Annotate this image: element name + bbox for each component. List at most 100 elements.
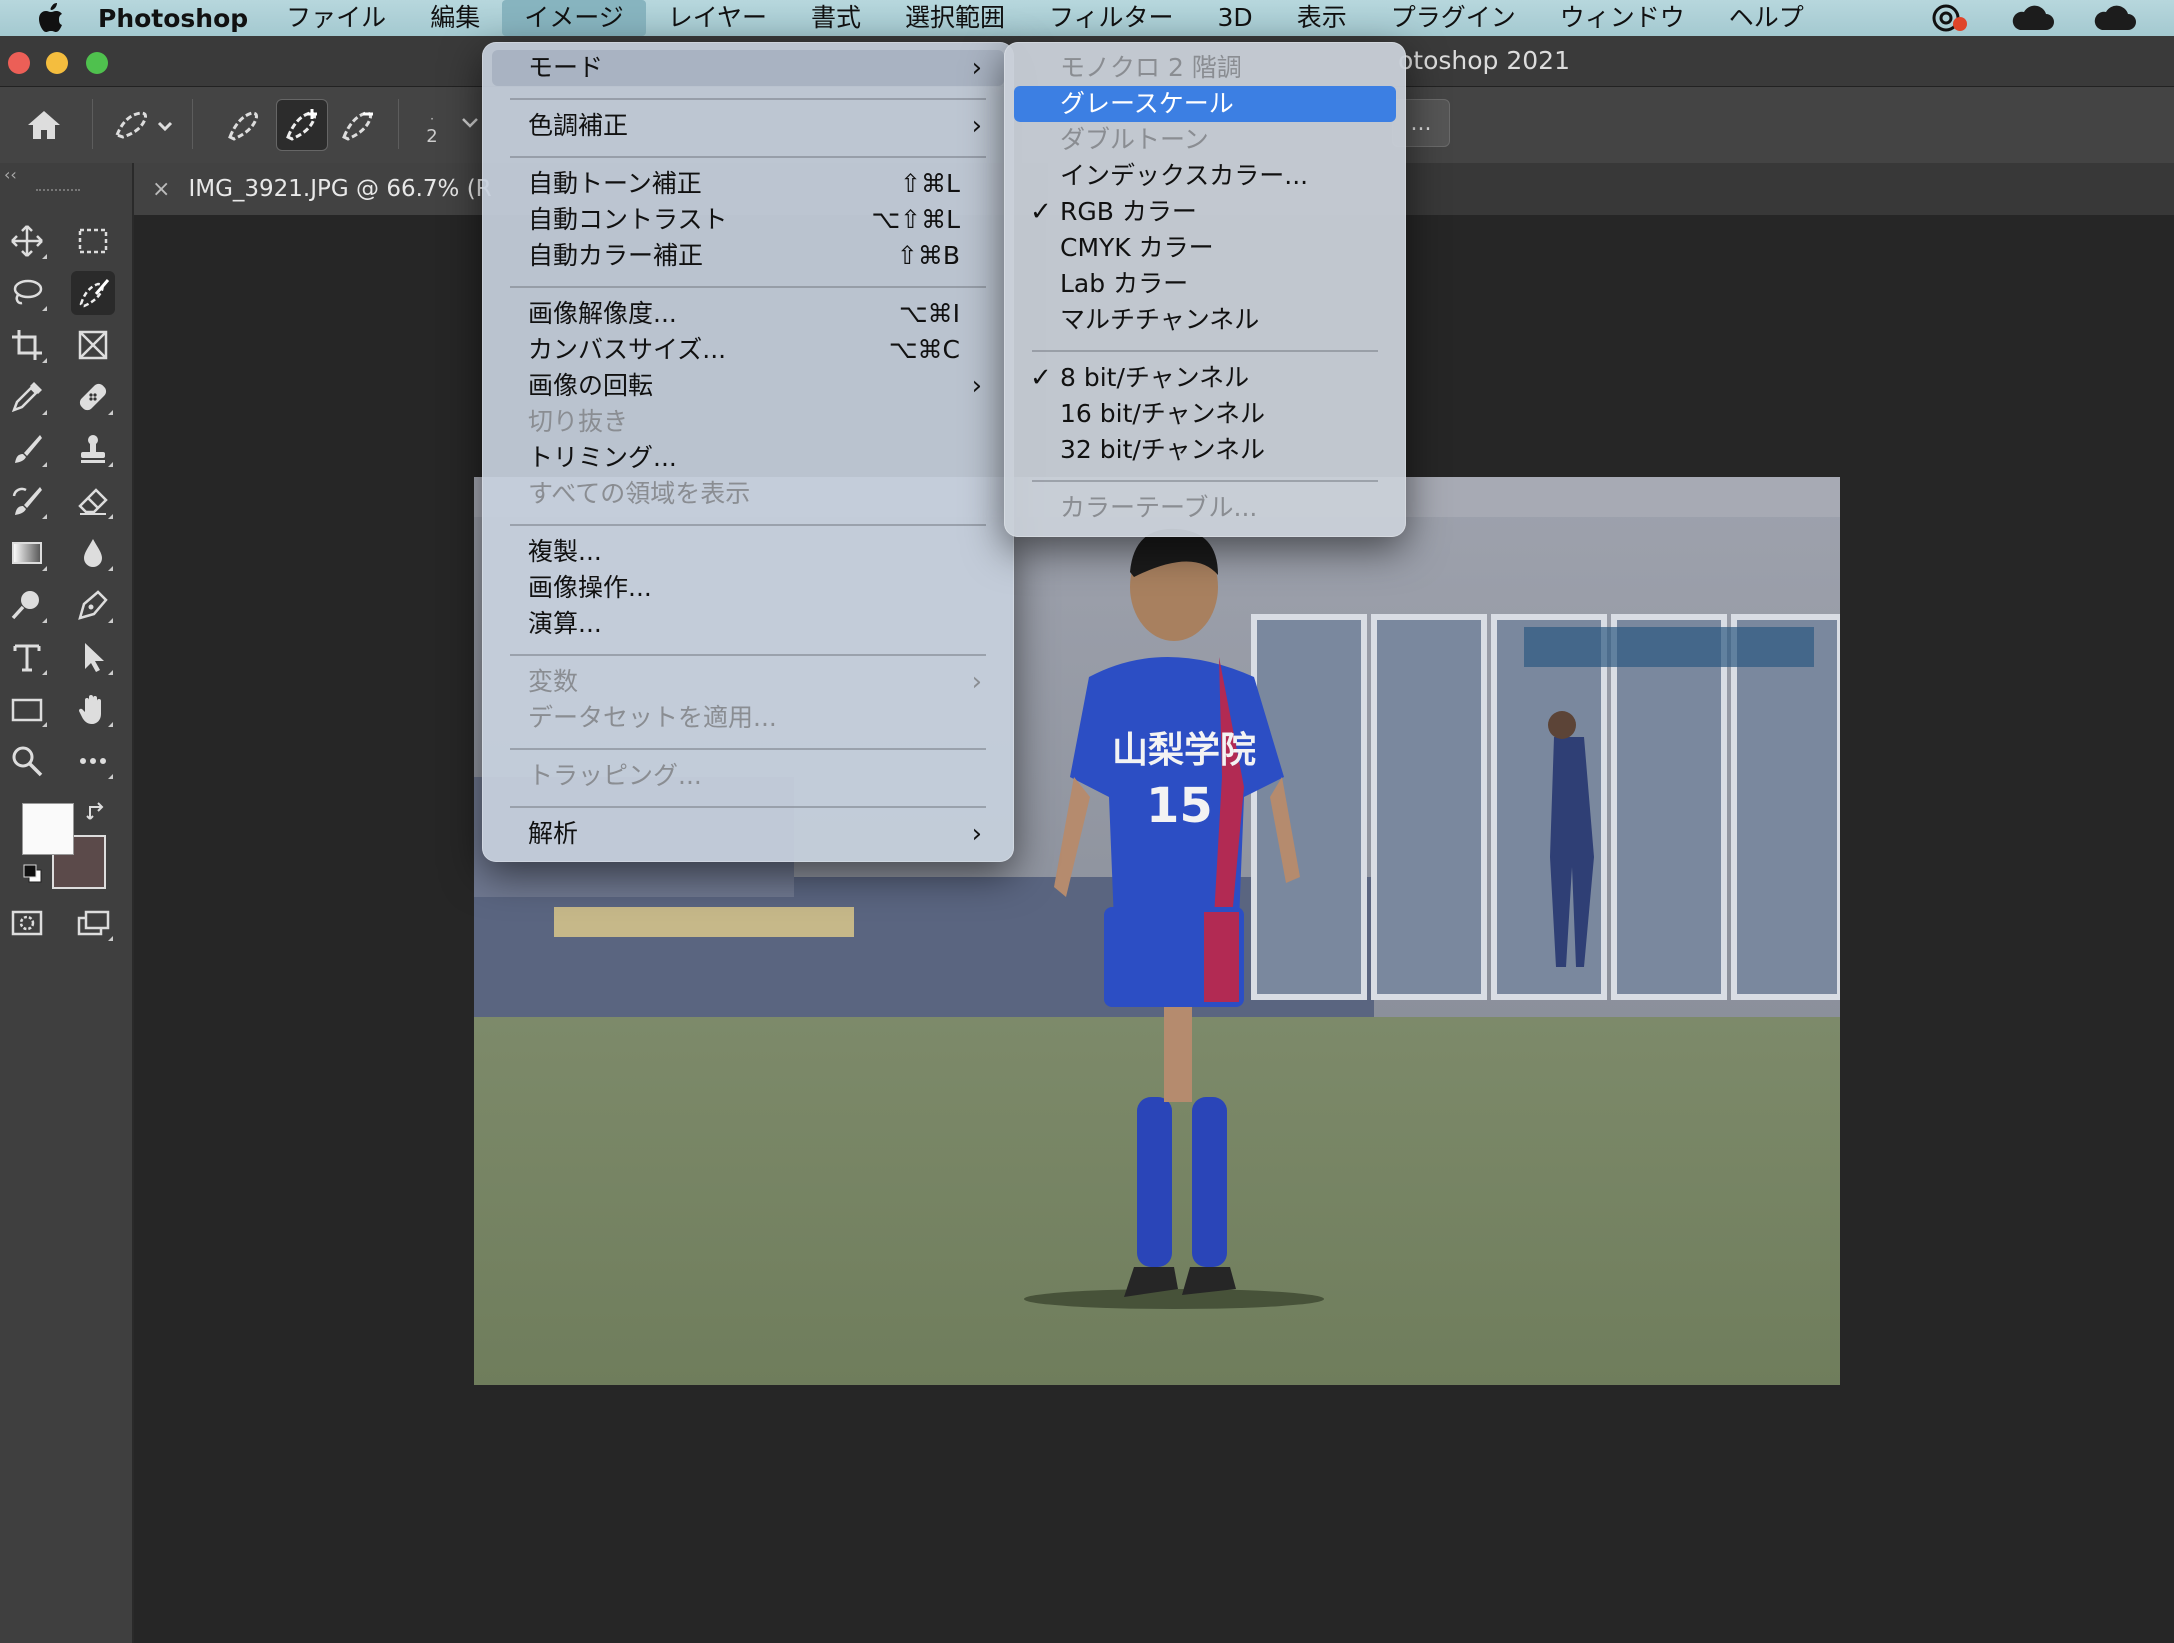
window-title: otoshop 2021 [1398, 46, 1570, 75]
home-button[interactable] [20, 101, 68, 149]
path-selection-tool-icon[interactable] [71, 635, 115, 679]
swap-colors-icon[interactable] [86, 801, 108, 827]
tools-panel: ‹‹ [0, 163, 134, 1643]
mode-item-rgb-color[interactable]: ✓ RGB カラー [1014, 194, 1396, 230]
mode-item-8-bit[interactable]: ✓ 8 bit/チャンネル [1014, 360, 1396, 396]
menu-separator [1032, 480, 1378, 482]
menu-edit[interactable]: 編集 [408, 0, 502, 36]
add-to-selection-icon[interactable] [276, 99, 328, 151]
frame-tool-icon[interactable] [71, 323, 115, 367]
menu-item-auto-contrast[interactable]: 自動コントラスト ⌥⇧⌘L [492, 202, 1004, 238]
menu-select[interactable]: 選択範囲 [883, 0, 1027, 36]
menu-item-canvas-size[interactable]: カンバスサイズ... ⌥⌘C [492, 332, 1004, 368]
brush-size-value: 2 [426, 125, 438, 147]
menu-item-auto-color[interactable]: 自動カラー補正 ⇧⌘B [492, 238, 1004, 274]
mode-item-cmyk-color[interactable]: CMYK カラー [1014, 230, 1396, 266]
brush-size-picker[interactable]: · 2 [410, 101, 454, 157]
menu-plugins[interactable]: プラグイン [1369, 0, 1538, 36]
history-brush-tool-icon[interactable] [5, 479, 49, 523]
app-name-menu[interactable]: Photoshop [98, 4, 248, 33]
menu-item-adjustments[interactable]: 色調補正 › [492, 108, 1004, 144]
mode-item-32-bit[interactable]: 32 bit/チャンネル [1014, 432, 1396, 468]
blur-tool-icon[interactable] [71, 531, 115, 575]
rectangle-tool-icon[interactable] [5, 687, 49, 731]
menu-item-apply-image[interactable]: 画像操作... [492, 570, 1004, 606]
menu-image[interactable]: イメージ [502, 0, 646, 36]
type-tool-icon[interactable] [5, 635, 49, 679]
menu-item-auto-tone[interactable]: 自動トーン補正 ⇧⌘L [492, 166, 1004, 202]
menu-item-label: トリミング... [528, 443, 677, 472]
menu-separator [1032, 350, 1378, 352]
subtract-from-selection-icon[interactable] [334, 101, 382, 149]
edit-toolbar-icon[interactable] [71, 739, 115, 783]
hand-tool-icon[interactable] [71, 687, 115, 731]
quick-mask-icon[interactable] [5, 901, 49, 945]
menu-item-shortcut: ⇧⌘L [900, 169, 960, 198]
jersey-number: 15 [1146, 778, 1213, 834]
dodge-tool-icon[interactable] [5, 583, 49, 627]
checkmark-icon: ✓ [1030, 363, 1052, 393]
move-tool-icon[interactable] [5, 219, 49, 263]
mode-item-multichannel[interactable]: マルチチャンネル [1014, 302, 1396, 338]
close-window-button[interactable] [8, 52, 30, 74]
menu-filter[interactable]: フィルター [1027, 0, 1196, 36]
mode-item-lab-color[interactable]: Lab カラー [1014, 266, 1396, 302]
menu-item-label: カンバスサイズ... [528, 335, 727, 364]
menu-item-duplicate[interactable]: 複製... [492, 534, 1004, 570]
gradient-tool-icon[interactable] [5, 531, 49, 575]
menu-item-image-rotation[interactable]: 画像の回転 › [492, 368, 1004, 404]
menu-item-calculations[interactable]: 演算... [492, 606, 1004, 642]
eyedropper-tool-icon[interactable] [5, 375, 49, 419]
crop-tool-icon[interactable] [5, 323, 49, 367]
marquee-tool-icon[interactable] [71, 219, 115, 263]
creative-cloud-icon[interactable] [1928, 2, 1972, 34]
menu-window[interactable]: ウィンドウ [1538, 0, 1707, 36]
cloud-sync-icon[interactable] [2092, 4, 2136, 32]
foreground-color-swatch[interactable] [22, 803, 74, 855]
menu-item-label: 画像の回転 [528, 371, 654, 400]
menu-view[interactable]: 表示 [1275, 0, 1369, 36]
default-colors-icon[interactable] [22, 863, 44, 889]
document-tab[interactable]: × IMG_3921.JPG @ 66.7% (R [134, 163, 504, 215]
menu-type[interactable]: 書式 [789, 0, 883, 36]
pen-tool-icon[interactable] [71, 583, 115, 627]
menu-item-label: 32 bit/チャンネル [1060, 435, 1266, 464]
lasso-tool-icon[interactable] [5, 271, 49, 315]
panel-grip[interactable] [36, 189, 80, 195]
brush-size-dropdown-icon[interactable] [458, 111, 482, 135]
healing-brush-tool-icon[interactable] [71, 375, 115, 419]
jersey-text: 山梨学院 [1112, 729, 1256, 771]
apple-menu-icon[interactable] [32, 0, 70, 36]
menu-separator [510, 654, 986, 656]
menu-item-mode[interactable]: モード › [492, 50, 1004, 86]
mode-item-16-bit[interactable]: 16 bit/チャンネル [1014, 396, 1396, 432]
menu-item-image-size[interactable]: 画像解像度... ⌥⌘I [492, 296, 1004, 332]
document-tab-title: IMG_3921.JPG @ 66.7% (R [188, 176, 492, 202]
screen-mode-icon[interactable] [71, 901, 115, 945]
new-selection-icon[interactable] [220, 101, 268, 149]
clone-stamp-tool-icon[interactable] [71, 427, 115, 471]
menu-separator [510, 806, 986, 808]
zoom-window-button[interactable] [86, 52, 108, 74]
menu-item-trim[interactable]: トリミング... [492, 440, 1004, 476]
cloud-icon[interactable] [2010, 4, 2054, 32]
checkmark-icon: ✓ [1030, 197, 1052, 227]
brush-tool-icon[interactable] [5, 427, 49, 471]
eraser-tool-icon[interactable] [71, 479, 115, 523]
zoom-tool-icon[interactable] [5, 739, 49, 783]
menu-file[interactable]: ファイル [264, 0, 408, 36]
mode-item-indexed-color[interactable]: インデックスカラー... [1014, 158, 1396, 194]
tool-preset-picker[interactable] [104, 101, 182, 149]
minimize-window-button[interactable] [46, 52, 68, 74]
menu-3d[interactable]: 3D [1196, 0, 1275, 36]
menu-item-label: 切り抜き [528, 407, 629, 436]
collapse-panel-icon[interactable]: ‹‹ [4, 165, 17, 184]
close-document-icon[interactable]: × [152, 177, 170, 202]
menu-item-analysis[interactable]: 解析 › [492, 816, 1004, 852]
mode-item-grayscale[interactable]: グレースケール [1014, 86, 1396, 122]
menu-item-label: 解析 [528, 819, 579, 848]
menu-layer[interactable]: レイヤー [646, 0, 789, 36]
menu-item-label: インデックスカラー... [1060, 161, 1309, 190]
quick-selection-tool-icon[interactable] [71, 271, 115, 315]
menu-help[interactable]: ヘルプ [1707, 0, 1826, 36]
